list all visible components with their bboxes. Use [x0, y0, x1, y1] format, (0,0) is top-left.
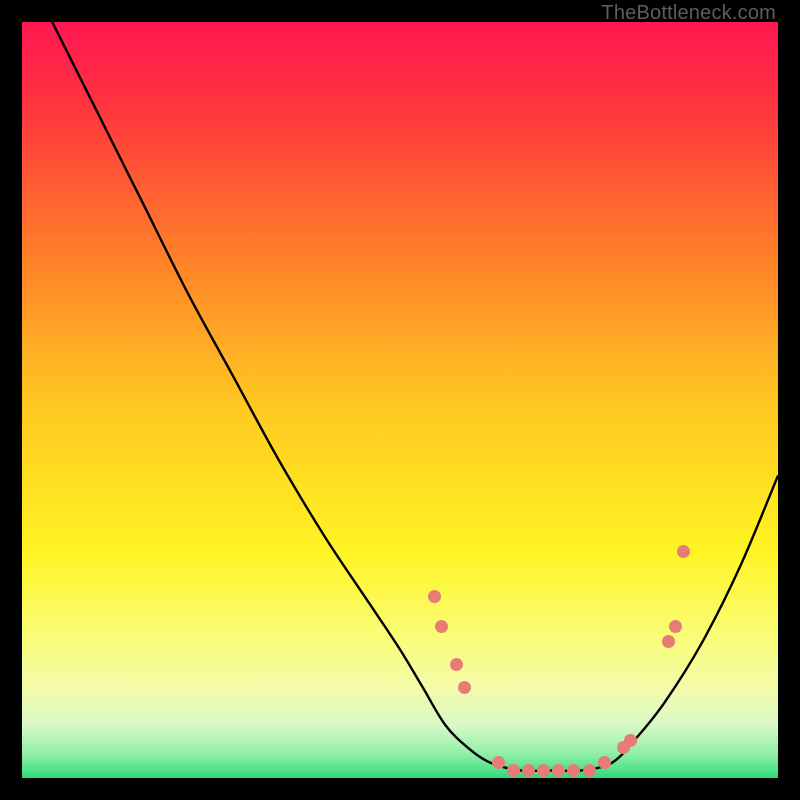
curve-svg: [22, 22, 778, 778]
data-point: [458, 681, 471, 694]
data-point: [522, 764, 535, 777]
data-point: [428, 590, 441, 603]
data-point: [507, 764, 520, 777]
data-point: [583, 764, 596, 777]
data-point: [598, 756, 611, 769]
data-point: [624, 734, 637, 747]
data-point: [537, 764, 550, 777]
watermark-text: TheBottleneck.com: [601, 2, 776, 25]
bottleneck-curve: [52, 22, 778, 771]
data-point: [677, 545, 690, 558]
chart-stage: TheBottleneck.com: [0, 0, 800, 800]
plot-area: [22, 22, 778, 778]
